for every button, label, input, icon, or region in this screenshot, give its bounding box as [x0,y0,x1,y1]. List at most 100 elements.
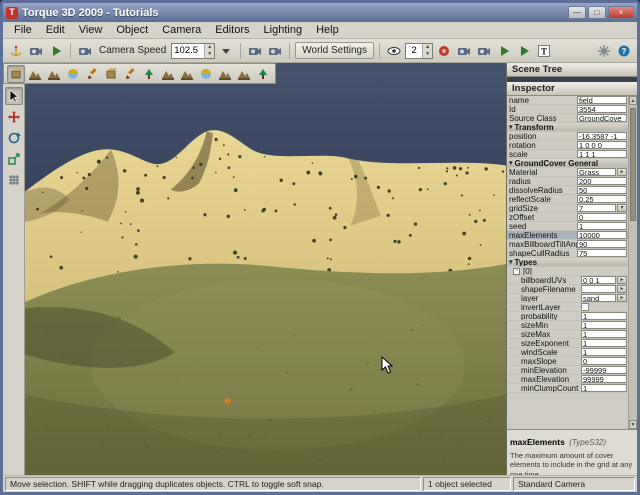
property-row-dissolveradius[interactable]: dissolveRadius50 [507,186,628,195]
property-row-sizemax[interactable]: sizeMax1 [507,330,628,339]
select-arrow-icon[interactable] [5,87,23,105]
property-value-input[interactable]: 1 1 1 [577,150,627,158]
property-value-input[interactable]: GroundCove [577,114,627,122]
text-tool-icon[interactable]: T [535,42,553,60]
play-icon[interactable] [47,42,65,60]
camera-view-icon[interactable] [27,42,45,60]
checkbox[interactable] [581,303,589,311]
object-editor-icon[interactable] [7,65,25,83]
property-value-input[interactable]: 1 [581,339,627,347]
spin-up-icon[interactable]: ▲ [205,44,214,51]
property-row-shapefilename[interactable]: shapeFilename▸ [507,285,628,294]
property-value-input[interactable]: 200 [577,177,627,185]
property-row-shapecullradius[interactable]: shapeCullRadius75 [507,249,628,258]
property-row-reflectscale[interactable]: reflectScale0.25 [507,195,628,204]
property-value-input[interactable]: 1 [581,330,627,338]
terrain-painter-icon[interactable] [45,65,63,83]
material-editor-icon[interactable] [64,65,82,83]
spin-up-icon[interactable]: ▲ [423,44,432,51]
property-row-id[interactable]: Id3554 [507,105,628,114]
property-row-name[interactable]: namefield [507,96,628,105]
inspector-scrollbar[interactable]: ▲ ▼ [628,96,637,429]
terrain-editor-icon[interactable] [26,65,44,83]
property-row-source-class[interactable]: Source ClassGroundCove [507,114,628,123]
property-row-sizeexponent[interactable]: sizeExponent1 [507,339,628,348]
collapse-icon[interactable]: ▾ [509,123,513,131]
property-row-minelevation[interactable]: minElevation-99999 [507,366,628,375]
camera-icon[interactable] [76,42,94,60]
road-editor-icon[interactable] [235,65,253,83]
menu-camera[interactable]: Camera [155,23,208,37]
collapse-icon[interactable]: ▾ [509,159,513,167]
menu-help[interactable]: Help [309,23,346,37]
property-value-input[interactable]: sand [581,294,616,302]
mission-area-editor-icon[interactable] [178,65,196,83]
property-value-input[interactable]: 0 [577,213,627,221]
river-editor-icon[interactable] [216,65,234,83]
property-value-input[interactable]: 1 [577,222,627,230]
world-settings-button[interactable]: World Settings [295,42,374,59]
property-row-gridsize[interactable]: gridSize7▾ [507,204,628,213]
drop-camera-at-player-icon[interactable] [515,42,533,60]
help-icon[interactable]: ? [615,42,633,60]
close-button[interactable]: × [608,6,634,19]
property-value-input[interactable]: 0 0 1 [581,276,616,284]
property-value-input[interactable]: 7 [577,204,616,212]
property-row-material[interactable]: MaterialGrass▸ [507,168,628,177]
property-row-windscale[interactable]: windScale1 [507,348,628,357]
property-value-input[interactable]: 99999 [581,375,627,383]
sketch-tool-icon[interactable] [83,65,101,83]
camera-reset-icon[interactable] [266,42,284,60]
menu-editors[interactable]: Editors [208,23,256,37]
dropdown-arrow-icon[interactable]: ▾ [617,204,627,212]
property-row-maxelevation[interactable]: maxElevation99999 [507,375,628,384]
section-header-types[interactable]: ▾Types [507,258,628,267]
property-row-sizemin[interactable]: sizeMin1 [507,321,628,330]
property-value-input[interactable]: 50 [577,186,627,194]
menu-view[interactable]: View [72,23,110,37]
property-row-radius[interactable]: radius200 [507,177,628,186]
property-value-input[interactable]: field [577,96,627,104]
property-value-input[interactable]: 90 [577,240,627,248]
picker-button[interactable]: ▸ [617,294,627,302]
rotate-tool-icon[interactable] [5,129,23,147]
property-value-input[interactable]: 1 0 0 0 [577,141,627,149]
picker-button[interactable]: ▸ [617,168,627,176]
selected-object-marker[interactable] [225,399,230,403]
camera-speed-input[interactable] [172,44,204,58]
property-row-layer[interactable]: layersand▸ [507,294,628,303]
property-value-input[interactable]: 1 [581,348,627,356]
section-header-transform[interactable]: ▾Transform [507,123,628,132]
record-camera-icon[interactable] [435,42,453,60]
title-bar[interactable]: T Torque 3D 2009 - Tutorials —□× [3,3,637,22]
property-row-scale[interactable]: scale1 1 1 [507,150,628,159]
decal-editor-icon[interactable] [121,65,139,83]
property-value-input[interactable]: 10000 [577,231,627,239]
axis-gizmo-icon[interactable] [7,42,25,60]
maximize-button[interactable]: □ [588,6,606,19]
property-value-input[interactable]: 0.25 [577,195,627,203]
menu-edit[interactable]: Edit [39,23,72,37]
property-value-input[interactable]: 1 [581,384,627,392]
property-row-maxslope[interactable]: maxSlope0 [507,357,628,366]
property-row-minclumpcount[interactable]: minClumpCount1 [507,384,628,393]
property-row-probability[interactable]: probability1 [507,312,628,321]
spin-down-icon[interactable]: ▼ [423,51,432,58]
property-value-input[interactable]: 3554 [577,105,627,113]
scroll-down-icon[interactable]: ▼ [629,420,637,429]
viewport[interactable] [25,63,506,475]
property-value-input[interactable]: 1 [581,312,627,320]
picker-button[interactable]: ▸ [617,276,627,284]
property-value-input[interactable]: -99999 [581,366,627,374]
property-value-input[interactable]: 0 [581,357,627,365]
mesh-road-editor-icon[interactable] [159,65,177,83]
property-row-maxelements[interactable]: maxElements10000 [507,231,628,240]
property-value-input[interactable]: Grass [577,168,616,176]
scroll-up-icon[interactable]: ▲ [629,96,637,105]
editor-settings-icon[interactable] [595,42,613,60]
scale-tool-icon[interactable] [5,150,23,168]
collapse-icon[interactable]: ▾ [509,258,513,266]
datablock-editor-icon[interactable] [102,65,120,83]
tree-item-0[interactable]: −[0] [507,267,628,276]
menu-object[interactable]: Object [109,23,155,37]
